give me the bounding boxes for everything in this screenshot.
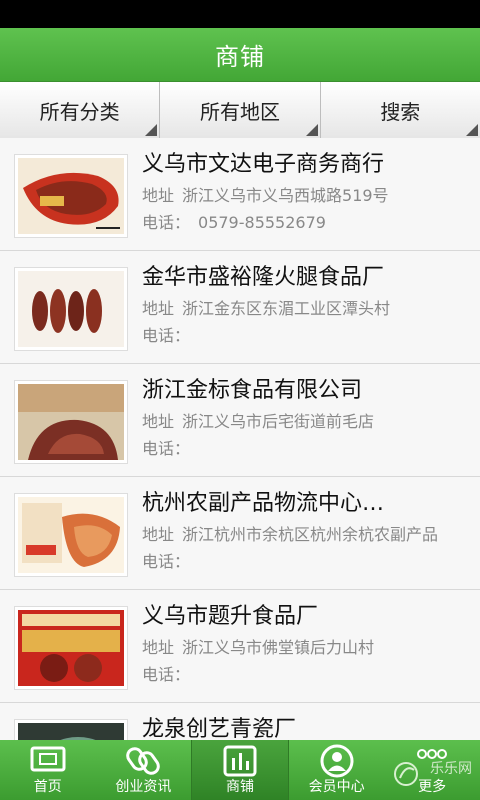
store-address: 浙江金东区东湄工业区潭头村 [182,299,391,318]
store-thumbnail [14,154,128,238]
dropdown-corner-icon [305,124,318,136]
store-name: 金华市盛裕隆火腿食品厂 [142,265,385,290]
store-thumbnail [14,606,128,690]
address-label: 地址 [142,638,175,657]
tab-news[interactable]: 创业资讯 [96,740,192,800]
dropdown-corner-icon [145,124,158,136]
chart-icon [222,744,258,782]
store-address: 浙江义乌市义乌西城路519号 [182,186,389,205]
store-list: 义乌市文达电子商务商行 地址 浙江义乌市义乌西城路519号 电话： 0579-855… [0,138,480,740]
phone-label: 电话： [142,552,191,571]
store-address: 浙江杭州市余杭区杭州余杭农副产品 [182,525,439,544]
list-item[interactable]: 龙泉创艺青瓷厂 [0,703,480,740]
store-thumbnail [14,493,128,577]
store-name: 义乌市题升食品厂 [142,604,319,629]
home-icon [28,744,68,782]
tab-home[interactable]: 首页 [0,740,96,800]
address-label: 地址 [142,299,175,318]
store-thumbnail [14,267,128,351]
address-label: 地址 [142,412,175,431]
region-filter-button[interactable]: 所有地区 [160,82,321,138]
list-item[interactable]: 浙江金标食品有限公司 地址 浙江义乌市后宅街道前毛店 电话： [0,364,480,477]
store-phone: 0579-85552679 [198,213,326,232]
store-name: 龙泉创艺青瓷厂 [142,717,297,740]
list-item[interactable]: 义乌市文达电子商务商行 地址 浙江义乌市义乌西城路519号 电话： 0579-855… [0,138,480,251]
store-name: 浙江金标食品有限公司 [142,378,363,403]
bottom-tab-bar: 首页 创业资讯 商铺 会员中心 更多 乐乐网 [0,740,480,800]
store-thumbnail [14,719,128,740]
store-name: 义乌市文达电子商务商行 [142,152,385,177]
tab-stores[interactable]: 商铺 [191,740,289,800]
phone-label: 电话： [142,213,191,232]
status-bar [0,0,480,28]
category-filter-label: 所有分类 [39,99,120,124]
search-label: 搜索 [380,99,421,124]
address-label: 地址 [142,525,175,544]
app-header: 商铺 [0,28,480,82]
store-address: 浙江义乌市佛堂镇后力山村 [182,638,375,657]
page-title: 商铺 [215,43,265,71]
list-item[interactable]: 金华市盛裕隆火腿食品厂 地址 浙江金东区东湄工业区潭头村 电话： [0,251,480,364]
region-filter-label: 所有地区 [199,99,280,124]
watermark-text: 乐乐网 [430,761,472,777]
phone-label: 电话： [142,439,191,458]
tab-member-center[interactable]: 会员中心 [289,740,385,800]
dropdown-corner-icon [465,124,478,136]
category-filter-button[interactable]: 所有分类 [0,82,161,138]
user-icon [319,744,355,782]
list-item[interactable]: 义乌市题升食品厂 地址 浙江义乌市佛堂镇后力山村 电话： [0,590,480,703]
address-label: 地址 [142,186,175,205]
phone-label: 电话： [142,326,191,345]
store-name: 杭州农副产品物流中心… [142,491,385,516]
store-address: 浙江义乌市后宅街道前毛店 [182,412,375,431]
store-thumbnail [14,380,128,464]
link-icon [126,744,161,782]
search-button[interactable]: 搜索 [320,82,480,138]
phone-label: 电话： [142,665,191,684]
filter-bar: 所有分类 所有地区 搜索 [0,82,480,138]
list-item[interactable]: 杭州农副产品物流中心… 地址 浙江杭州市余杭区杭州余杭农副产品 电话： [0,477,480,590]
